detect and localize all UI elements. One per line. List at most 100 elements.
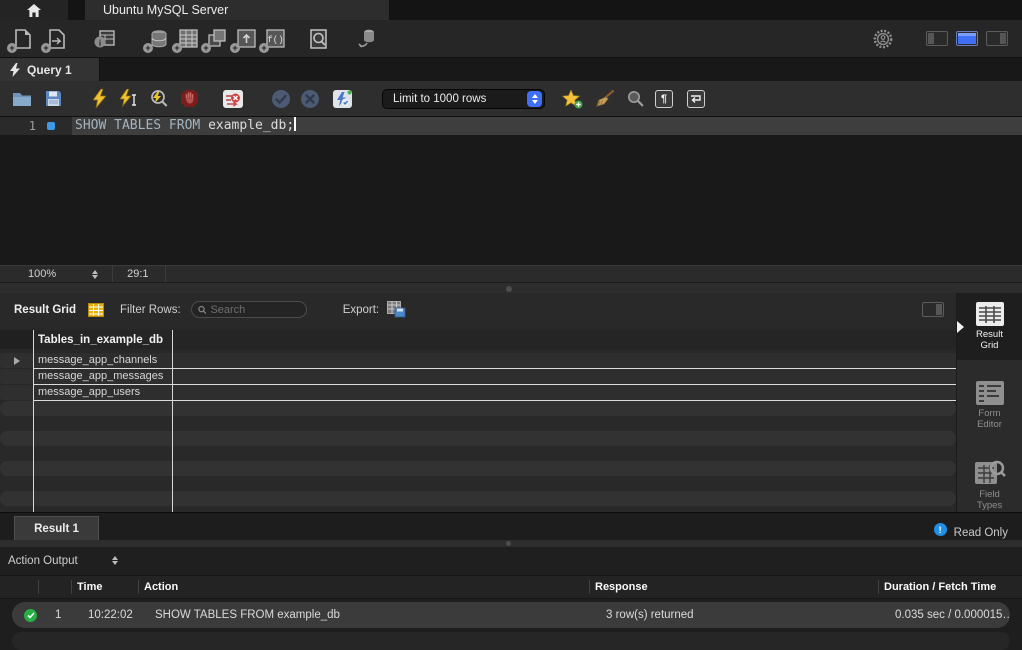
new-sql-script-button[interactable]	[10, 26, 36, 52]
create-view-button[interactable]	[204, 26, 230, 52]
result-tab-label: Result 1	[34, 523, 79, 535]
title-bar: Ubuntu MySQL Server	[0, 0, 1022, 20]
filter-search-input[interactable]	[210, 304, 299, 316]
search-objects-button[interactable]	[306, 26, 332, 52]
create-table-button[interactable]	[175, 26, 201, 52]
row-gutter[interactable]	[0, 369, 33, 384]
filter-search-box[interactable]	[191, 301, 307, 318]
function-icon-text: f()	[267, 35, 283, 45]
execute-current-button[interactable]	[117, 87, 141, 111]
code-text[interactable]: SHOW TABLES FROM example_db;	[72, 117, 1022, 135]
execute-current-icon	[120, 89, 138, 108]
create-procedure-button[interactable]	[233, 26, 259, 52]
current-row-arrow-icon	[14, 357, 20, 365]
zoom-stepper[interactable]	[92, 270, 98, 279]
export-recordset-icon[interactable]	[387, 301, 406, 318]
response-column-header[interactable]: Response	[589, 580, 878, 594]
search-objects-icon	[309, 29, 329, 49]
action-output-header: Action Output	[0, 547, 1022, 575]
connection-button[interactable]	[354, 26, 380, 52]
commit-check-icon	[271, 89, 291, 109]
open-file-button[interactable]	[10, 87, 34, 111]
toggle-right-panel-button[interactable]	[986, 31, 1008, 46]
empty-row	[0, 401, 956, 416]
grid-columns-icon[interactable]	[88, 303, 104, 317]
show-invisibles-button[interactable]: ¶	[652, 87, 676, 111]
table-row[interactable]: message_app_channels	[0, 353, 956, 369]
sidebar-item-result-grid[interactable]: Result Grid	[957, 293, 1022, 360]
create-schema-icon	[149, 29, 169, 49]
info-icon[interactable]: !	[934, 523, 947, 536]
save-button[interactable]	[41, 87, 65, 111]
result-output-splitter[interactable]	[0, 540, 1022, 547]
sidebar-item-field-types[interactable]: Field Types	[957, 451, 1022, 520]
status-column-header[interactable]	[0, 580, 38, 594]
inspector-icon: i	[94, 29, 116, 49]
time-column-header[interactable]: Time	[71, 580, 138, 594]
sql-editor[interactable]: 1 SHOW TABLES FROM example_db;	[0, 117, 1022, 265]
inspector-button[interactable]: i	[92, 26, 118, 52]
editor-result-splitter[interactable]	[0, 282, 1022, 293]
sidebar-item-form-editor[interactable]: Form Editor	[957, 372, 1022, 439]
home-tab[interactable]	[0, 0, 68, 20]
table-cell[interactable]: message_app_channels	[33, 353, 172, 369]
result-grid-title: Result Grid	[14, 304, 76, 316]
grid-header-row[interactable]: Tables_in_example_db	[0, 330, 956, 349]
row-filler	[172, 369, 956, 385]
editor-status-bar: 100% 29:1	[0, 265, 1022, 282]
beautify-button[interactable]	[593, 87, 617, 111]
toggle-sidebar-panel-button[interactable]	[922, 302, 944, 317]
stop-button[interactable]	[177, 87, 201, 111]
row-limit-select[interactable]: Limit to 1000 rows	[382, 89, 545, 109]
row-action-cell: SHOW TABLES FROM example_db	[150, 609, 601, 621]
output-selector-stepper[interactable]	[112, 556, 118, 565]
add-snippet-button[interactable]	[561, 87, 585, 111]
table-row[interactable]: message_app_users	[0, 385, 956, 401]
sidebar-item-label: Field Types	[968, 490, 1012, 511]
empty-row	[0, 446, 956, 461]
index-column-header[interactable]	[38, 580, 71, 594]
action-column-header[interactable]: Action	[138, 580, 589, 594]
execute-button[interactable]	[87, 87, 111, 111]
row-gutter[interactable]	[0, 353, 33, 368]
result-grid-icon	[975, 301, 1005, 327]
mysql-workbench-window: Ubuntu MySQL Server i	[0, 0, 1022, 650]
tab-query-1[interactable]: Query 1	[0, 58, 100, 81]
grid-column-header[interactable]: Tables_in_example_db	[33, 334, 163, 346]
action-output-row[interactable]: 1 10:22:02 SHOW TABLES FROM example_db 3…	[12, 602, 1010, 628]
tab-result-1[interactable]: Result 1	[14, 516, 99, 540]
explain-button[interactable]	[147, 87, 171, 111]
grid-divider-2[interactable]	[172, 330, 173, 512]
table-cell[interactable]: message_app_messages	[33, 369, 172, 385]
create-function-button[interactable]: f()	[262, 26, 288, 52]
commit-button[interactable]	[269, 87, 293, 111]
rollback-button[interactable]	[298, 87, 322, 111]
empty-row	[0, 461, 956, 476]
server-connection-tab[interactable]: Ubuntu MySQL Server	[85, 0, 390, 20]
sql-keywords: SHOW TABLES FROM	[75, 118, 208, 133]
table-row[interactable]: message_app_messages	[0, 369, 956, 385]
table-cell[interactable]: message_app_users	[33, 385, 172, 401]
toggle-stop-on-error-button[interactable]	[221, 87, 245, 111]
duration-column-header[interactable]: Duration / Fetch Time	[878, 580, 1022, 594]
settings-gear-button[interactable]	[870, 26, 896, 52]
toggle-left-panel-button[interactable]	[926, 31, 948, 46]
empty-row	[0, 491, 956, 506]
action-output-column-headers: Time Action Response Duration / Fetch Ti…	[0, 575, 1022, 600]
create-schema-button[interactable]	[146, 26, 172, 52]
sidebar-item-label: Result Grid	[968, 330, 1012, 351]
toggle-bottom-panel-button[interactable]	[956, 31, 978, 46]
pilcrow-icon: ¶	[655, 90, 673, 108]
code-line-1[interactable]: 1 SHOW TABLES FROM example_db;	[0, 117, 1022, 135]
toggle-autocommit-button[interactable]	[330, 87, 354, 111]
row-duration-cell: 0.035 sec / 0.000015…	[890, 609, 1010, 621]
new-sql-script-icon	[14, 29, 32, 49]
row-gutter[interactable]	[0, 385, 33, 400]
sidebar-item-label: Form Editor	[968, 409, 1012, 430]
open-sql-script-button[interactable]	[44, 26, 70, 52]
result-tab-bar: Result 1 ! Read Only	[0, 512, 1022, 540]
find-button[interactable]	[623, 87, 647, 111]
wrap-text-button[interactable]	[684, 87, 708, 111]
query-tab-bar: Query 1	[0, 58, 1022, 81]
snippet-star-icon	[562, 89, 584, 109]
